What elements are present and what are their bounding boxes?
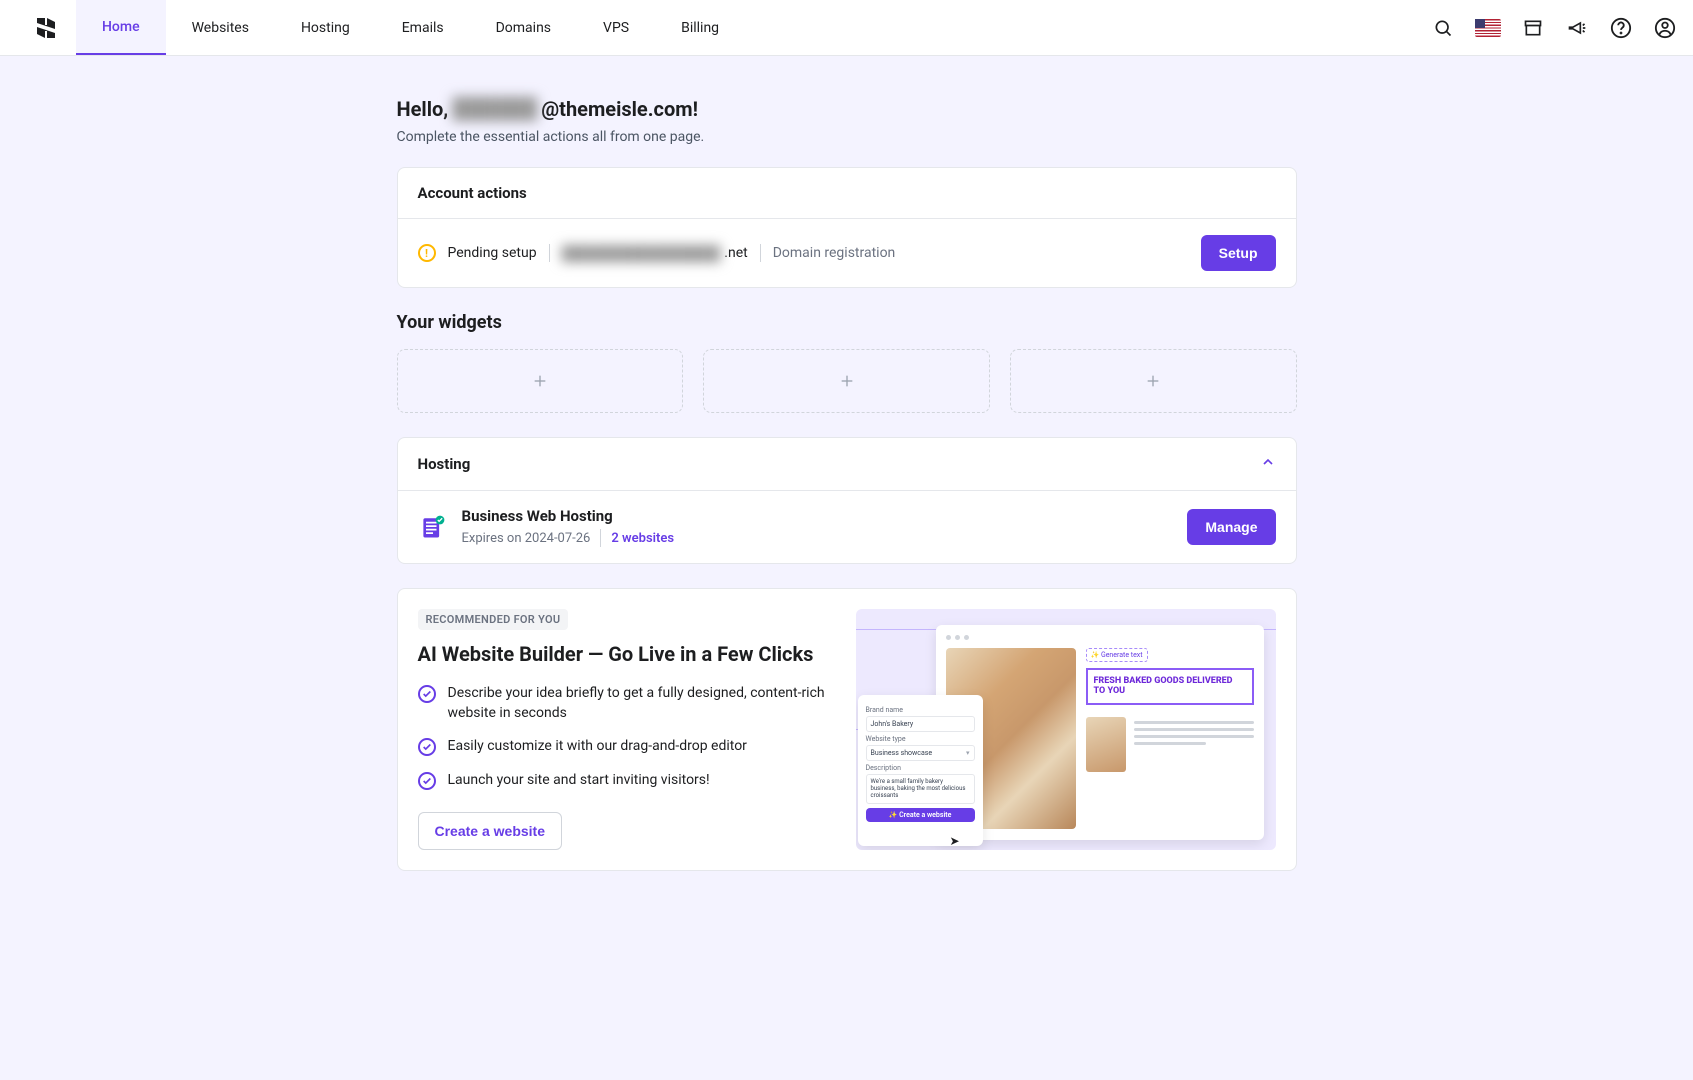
greeting-prefix: Hello,	[397, 97, 449, 121]
page-subtitle: Complete the essential actions all from …	[397, 129, 1297, 145]
illus-desc-label: Description	[866, 764, 975, 772]
pending-status-label: Pending setup	[448, 245, 537, 261]
plus-icon	[1145, 373, 1161, 389]
websites-count-link[interactable]: 2 websites	[611, 531, 674, 546]
help-icon[interactable]	[1609, 16, 1633, 40]
add-widget-slot[interactable]	[1010, 349, 1297, 413]
manage-button[interactable]: Manage	[1187, 509, 1275, 545]
recommendation-card: RECOMMENDED FOR YOU AI Website Builder —…	[397, 588, 1297, 871]
divider	[600, 529, 601, 547]
account-actions-header: Account actions	[398, 168, 1296, 219]
cursor-icon: ➤	[950, 834, 960, 848]
feature-text: Easily customize it with our drag-and-dr…	[448, 737, 747, 757]
illus-create-btn: ✨ Create a website	[866, 808, 975, 822]
illus-headline: FRESH BAKED GOODS DELIVERED TO YOU	[1086, 668, 1254, 705]
ai-builder-illustration: ✨ Generate text FRESH BAKED GOODS DELIVE…	[856, 609, 1276, 850]
hosting-plan-icon	[418, 512, 448, 542]
account-actions-title: Account actions	[418, 184, 527, 202]
hosting-section-title: Hosting	[418, 455, 471, 473]
hosting-plan-row: Business Web Hosting Expires on 2024-07-…	[418, 507, 1276, 547]
topbar-right	[1431, 16, 1677, 40]
divider	[760, 244, 761, 262]
nav-home[interactable]: Home	[76, 0, 166, 55]
main-nav: Home Websites Hosting Emails Domains VPS…	[76, 0, 745, 55]
recommended-badge: RECOMMENDED FOR YOU	[418, 609, 569, 630]
widgets-grid	[397, 349, 1297, 413]
account-actions-card: Account actions ! Pending setup ████████…	[397, 167, 1297, 288]
hostinger-logo-icon	[34, 16, 58, 40]
feature-item: Easily customize it with our drag-and-dr…	[418, 737, 832, 757]
divider	[549, 244, 550, 262]
create-website-button[interactable]: Create a website	[418, 812, 563, 850]
illus-type-label: Website type	[866, 735, 975, 743]
greeting-suffix: @themeisle.com!	[541, 97, 698, 121]
add-widget-slot[interactable]	[703, 349, 990, 413]
store-icon[interactable]	[1521, 16, 1545, 40]
greeting-user-masked: ██████	[452, 96, 537, 121]
illus-generate-text-btn: ✨ Generate text	[1086, 648, 1148, 662]
greeting: Hello, ██████ @themeisle.com!	[397, 96, 1297, 121]
hosting-header[interactable]: Hosting	[398, 438, 1296, 491]
feature-text: Describe your idea briefly to get a full…	[448, 684, 832, 723]
illus-desc-input: We're a small family bakery business, ba…	[866, 774, 975, 804]
illus-preview-window: ✨ Generate text FRESH BAKED GOODS DELIVE…	[936, 625, 1264, 840]
domain-name-masked: ████████████████	[562, 245, 721, 262]
illus-brand-label: Brand name	[866, 706, 975, 714]
check-icon	[418, 772, 436, 790]
illus-brand-input: John's Bakery	[866, 716, 975, 732]
logo[interactable]	[16, 16, 76, 40]
check-icon	[418, 738, 436, 756]
illus-form-window: Brand name John's Bakery Website type Bu…	[858, 695, 983, 846]
domain-suffix: .net	[724, 245, 747, 261]
widgets-title: Your widgets	[397, 312, 1297, 333]
warning-icon: !	[418, 244, 436, 262]
main-content: Hello, ██████ @themeisle.com! Complete t…	[397, 56, 1297, 931]
hosting-card: Hosting Bu	[397, 437, 1297, 564]
nav-websites[interactable]: Websites	[166, 0, 275, 55]
pending-action-row: ! Pending setup ████████████████ .net Do…	[418, 235, 1276, 271]
announcements-icon[interactable]	[1565, 16, 1589, 40]
topbar: Home Websites Hosting Emails Domains VPS…	[0, 0, 1693, 56]
chevron-up-icon[interactable]	[1260, 454, 1276, 474]
action-type-label: Domain registration	[773, 245, 896, 261]
feature-list: Describe your idea briefly to get a full…	[418, 684, 832, 790]
hosting-plan-name: Business Web Hosting	[462, 507, 675, 525]
language-flag-us[interactable]	[1475, 19, 1501, 37]
setup-button[interactable]: Setup	[1201, 235, 1276, 271]
illus-type-select: Business showcase	[866, 745, 975, 761]
feature-text: Launch your site and start inviting visi…	[448, 771, 710, 791]
search-icon[interactable]	[1431, 16, 1455, 40]
plus-icon	[532, 373, 548, 389]
nav-hosting[interactable]: Hosting	[275, 0, 376, 55]
account-icon[interactable]	[1653, 16, 1677, 40]
nav-emails[interactable]: Emails	[376, 0, 470, 55]
feature-item: Launch your site and start inviting visi…	[418, 771, 832, 791]
plus-icon	[839, 373, 855, 389]
feature-item: Describe your idea briefly to get a full…	[418, 684, 832, 723]
add-widget-slot[interactable]	[397, 349, 684, 413]
recommend-title: AI Website Builder — Go Live in a Few Cl…	[418, 642, 832, 666]
nav-vps[interactable]: VPS	[577, 0, 655, 55]
illus-thumb	[1086, 717, 1126, 772]
nav-billing[interactable]: Billing	[655, 0, 745, 55]
check-icon	[418, 685, 436, 703]
nav-domains[interactable]: Domains	[470, 0, 577, 55]
hosting-expires: Expires on 2024-07-26	[462, 531, 591, 546]
